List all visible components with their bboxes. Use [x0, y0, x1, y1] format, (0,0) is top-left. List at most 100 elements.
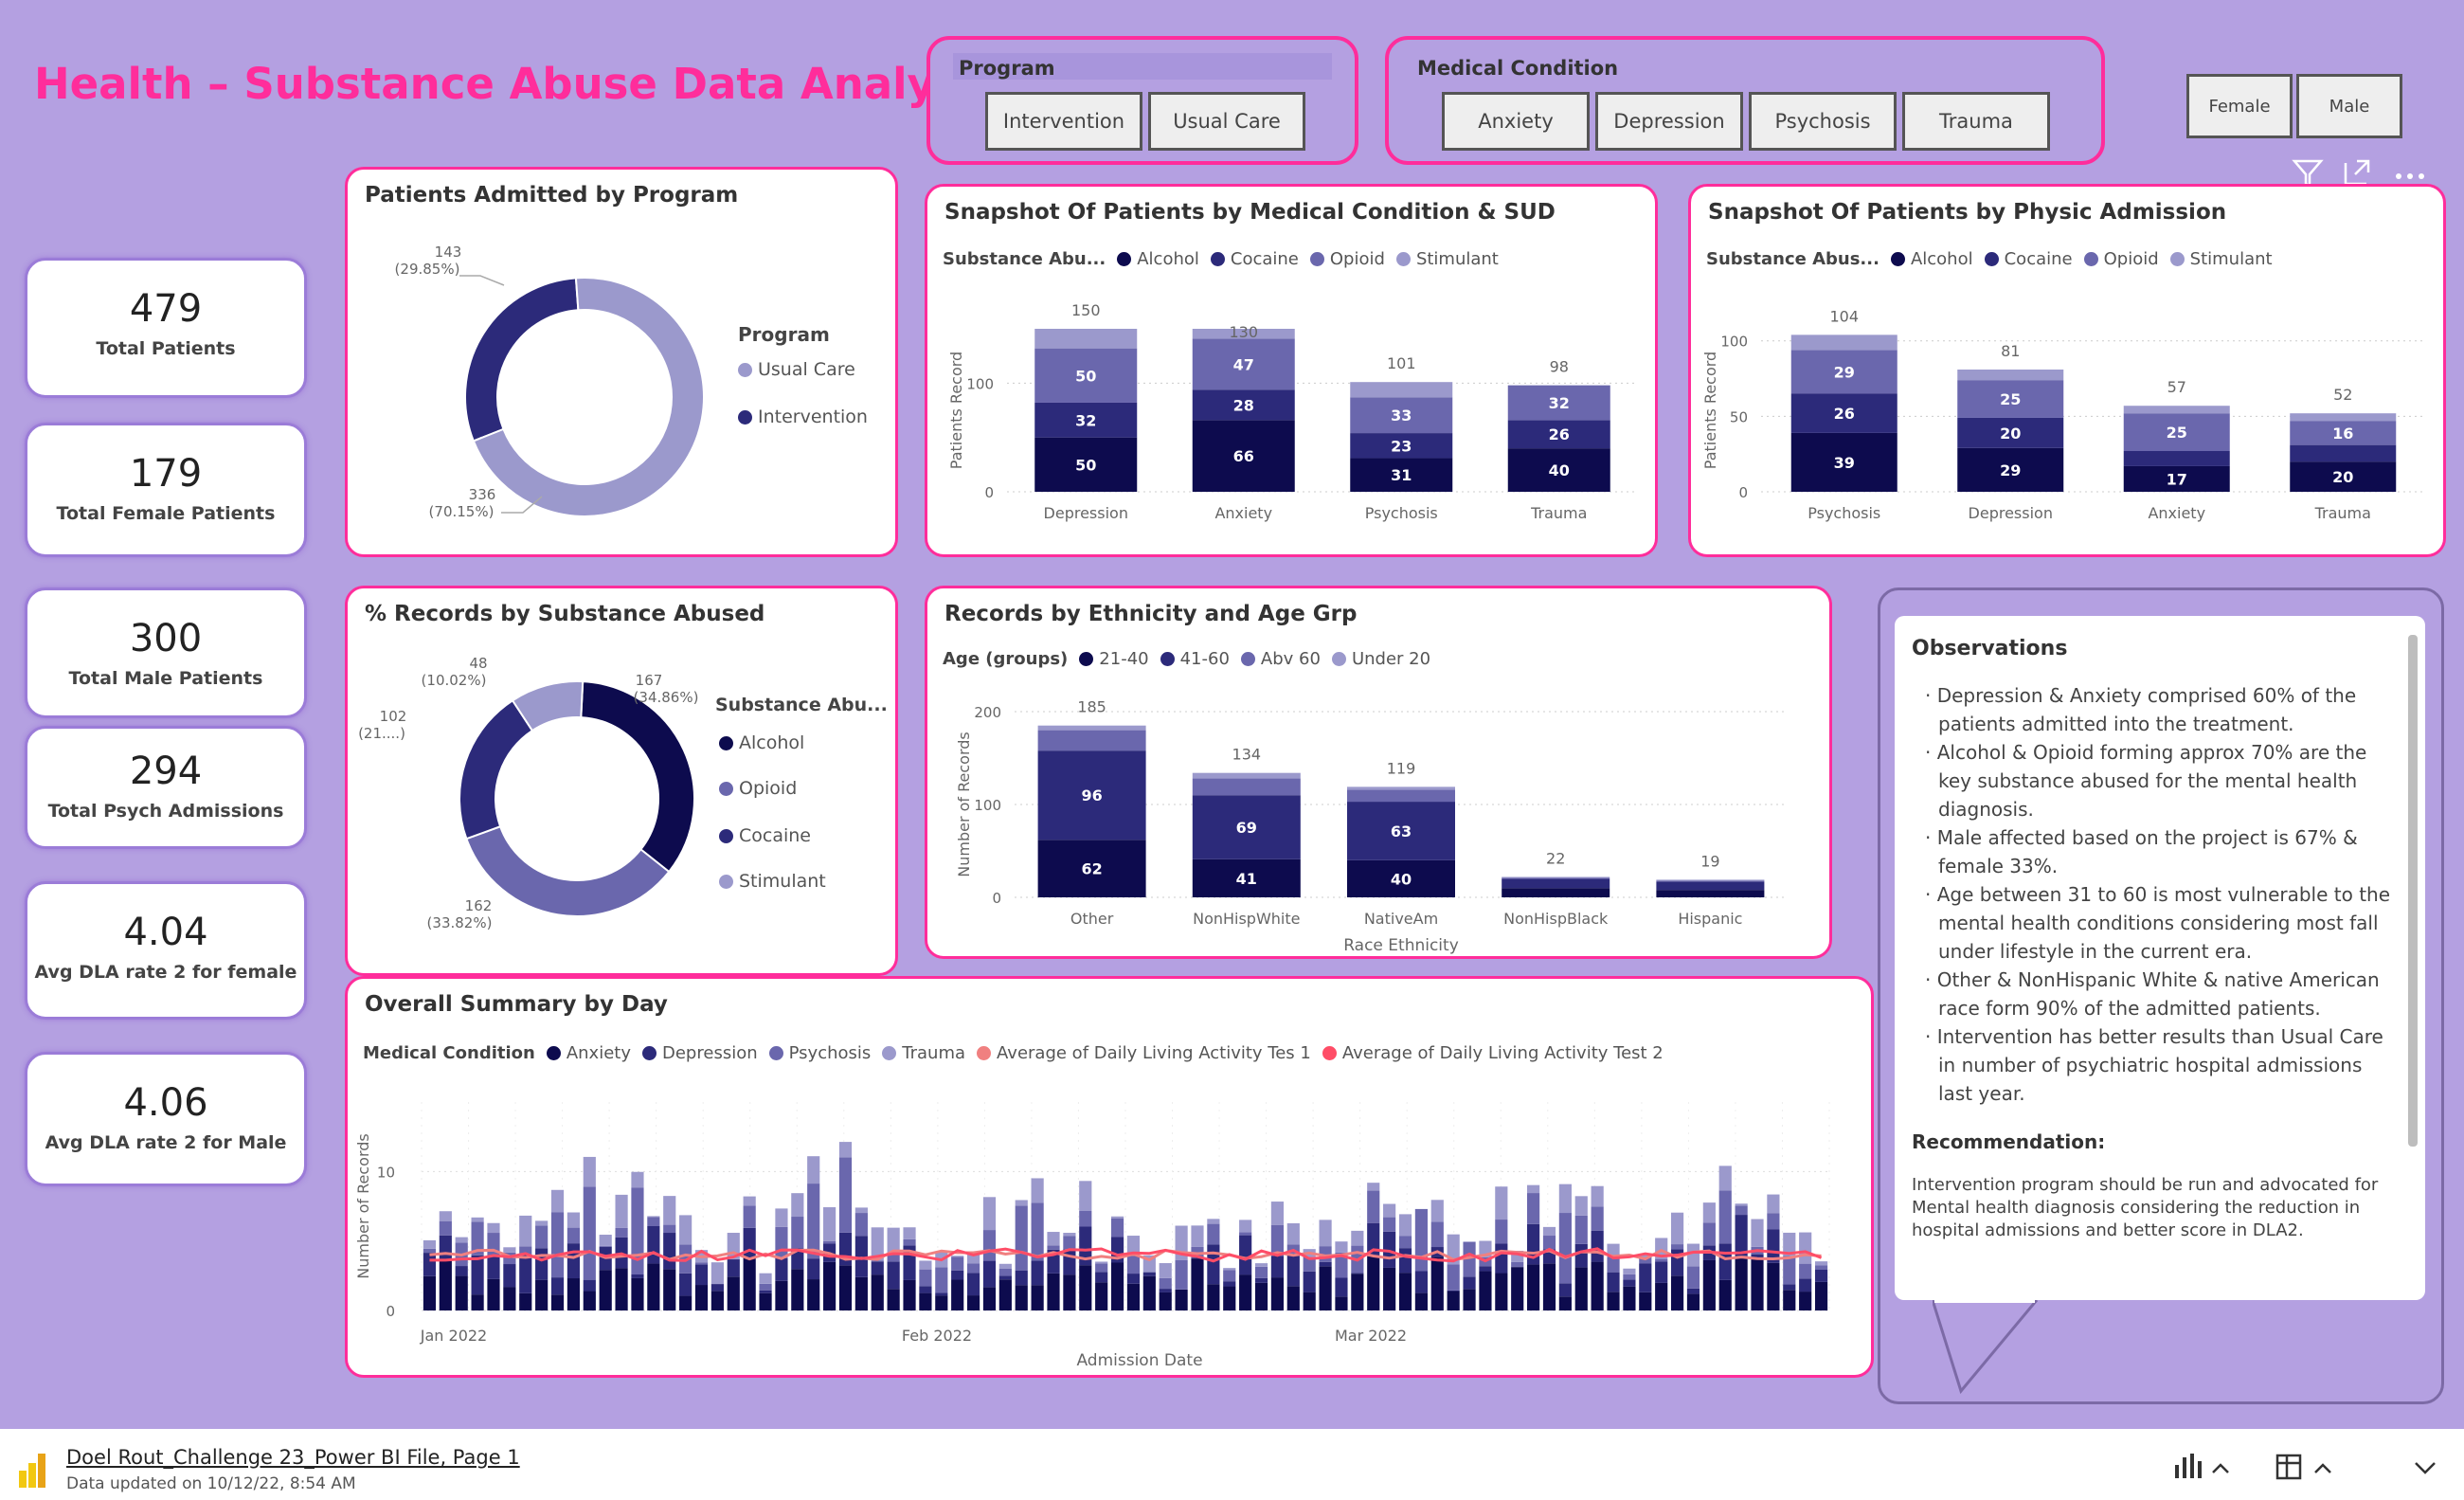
condition-sud-chart-card[interactable]: Snapshot Of Patients by Medical Conditio…	[925, 184, 1658, 557]
donut-slice	[459, 698, 534, 840]
total-label: 52	[2333, 386, 2352, 404]
bar-segment	[1398, 1273, 1412, 1310]
report-file-link[interactable]: Doel Rout_Challenge 23_Power BI File, Pa…	[66, 1446, 520, 1469]
condition-sud-bar-chart: 0 100Patients Record 50 32 50 150 Depression 66…	[947, 301, 1638, 522]
bar-segment	[423, 1239, 437, 1249]
data-label: 40	[1549, 461, 1570, 479]
legend-dot	[738, 409, 752, 425]
category-label: Anxiety	[1214, 504, 1272, 522]
bar-segment	[1047, 1232, 1060, 1246]
observations-panel: Observations · Depression & Anxiety comp…	[1895, 616, 2425, 1300]
chevron-down-icon[interactable]	[2406, 1450, 2444, 1488]
bar-segment	[1191, 1225, 1204, 1247]
bar-segment	[550, 1212, 565, 1278]
total-label: 101	[1387, 354, 1416, 372]
bar-segment	[1574, 1267, 1588, 1310]
bar-segment	[1270, 1277, 1285, 1310]
bar-segment	[519, 1215, 532, 1247]
recommendation-text: Intervention program should be run and a…	[1912, 1175, 2379, 1240]
bar-segment	[1783, 1256, 1796, 1285]
bar-segment	[679, 1273, 692, 1296]
bar-segment	[519, 1255, 532, 1293]
bar-segment	[1558, 1184, 1572, 1214]
data-label: 26	[1834, 405, 1855, 423]
slicer-button-anxiety[interactable]: Anxiety	[1442, 92, 1590, 151]
slicer-button-female[interactable]: Female	[2186, 74, 2293, 138]
legend-item[interactable]: Opioid	[719, 778, 797, 799]
bar-segment	[1142, 1275, 1156, 1310]
bar-segment	[1110, 1216, 1124, 1219]
bar-segment	[1270, 1256, 1285, 1278]
bar-segment	[1015, 1205, 1028, 1271]
bar-segment	[1735, 1215, 1748, 1256]
scrollbar[interactable]	[2408, 635, 2418, 1147]
bar-segment	[1239, 1235, 1252, 1275]
bar-segment	[966, 1295, 980, 1310]
kpi-label: Avg DLA rate 2 for Male	[45, 1132, 287, 1153]
bar-segment	[1574, 1215, 1588, 1244]
legend-item[interactable]: Stimulant	[719, 871, 826, 892]
slicer-button-trauma[interactable]: Trauma	[1902, 92, 2050, 151]
bar-segment	[743, 1205, 756, 1228]
bar-segment	[423, 1248, 437, 1254]
donut-slice	[465, 824, 671, 917]
slicer-button-usual-care[interactable]: Usual Care	[1148, 92, 1305, 151]
bar-segment	[1655, 1258, 1668, 1262]
legend-label: Opioid	[739, 778, 798, 799]
slicer-button-intervention[interactable]: Intervention	[985, 92, 1142, 151]
bar-segment	[727, 1259, 740, 1277]
bar-segment	[439, 1220, 452, 1236]
legend-item[interactable]: Intervention	[738, 407, 868, 427]
bar-segment	[1015, 1200, 1028, 1206]
bar-segment	[1159, 1292, 1172, 1310]
bar-segment	[1095, 1261, 1108, 1264]
bar-segment	[1814, 1281, 1828, 1310]
slicer-button-psychosis[interactable]: Psychosis	[1749, 92, 1897, 151]
bar-segment	[1347, 786, 1455, 790]
bar-segment	[854, 1207, 868, 1214]
data-label: 50	[1075, 456, 1096, 474]
bar-segment	[631, 1277, 644, 1310]
bar-segment	[1351, 1230, 1364, 1246]
bar-segment	[583, 1186, 596, 1280]
substance-donut-card[interactable]: % Records by Substance Abused 48 (10.02%…	[345, 586, 898, 976]
tick-label: 100	[1720, 334, 1748, 351]
slicer-button-male[interactable]: Male	[2296, 74, 2402, 138]
program-donut-card[interactable]: Patients Admitted by Program 143 (29.85%…	[345, 167, 898, 557]
bar-segment	[439, 1211, 452, 1221]
legend-item[interactable]: Alcohol	[719, 732, 804, 753]
kpi-label: Total Patients	[96, 338, 236, 359]
bar-segment	[1142, 1272, 1156, 1276]
legend-item[interactable]: Usual Care	[738, 359, 855, 380]
bar-segment	[1192, 778, 1301, 796]
ethnicity-age-chart-card[interactable]: Records by Ethnicity and Age Grp Age (gr…	[925, 586, 1832, 959]
report-canvas: Health – Substance Abuse Data Analysis P…	[0, 0, 2464, 1429]
bar-segment	[1319, 1266, 1332, 1310]
bar-segment	[694, 1262, 709, 1265]
bar-segment	[1686, 1288, 1700, 1294]
bar-segment	[583, 1279, 596, 1292]
bar-segment	[503, 1264, 516, 1288]
bar-segment	[1670, 1212, 1684, 1245]
bar-segment	[1623, 1279, 1636, 1287]
bar-segment	[1031, 1178, 1044, 1203]
data-label: 26	[1549, 425, 1570, 443]
bar-segment	[919, 1269, 932, 1287]
ethnicity-age-bar-chart: 0 100 200Number of Records Race Ethnicity 62…	[955, 698, 1788, 955]
bar-segment	[919, 1292, 932, 1310]
slicer-button-depression[interactable]: Depression	[1595, 92, 1743, 151]
category-label: Hispanic	[1678, 910, 1742, 928]
table-view-icon[interactable]	[2274, 1450, 2349, 1488]
bar-segment	[487, 1222, 500, 1234]
audio-level-icon[interactable]	[2171, 1450, 2238, 1488]
total-label: 119	[1387, 759, 1416, 777]
bar-segment	[1063, 1236, 1076, 1250]
legend-item[interactable]: Cocaine	[719, 825, 811, 846]
bar-segment	[1447, 1290, 1460, 1292]
physic-admission-chart-card[interactable]: Snapshot Of Patients by Physic Admission…	[1688, 184, 2446, 557]
bar-segment	[1159, 1289, 1172, 1292]
bar-segment	[951, 1270, 964, 1280]
legend-label: Intervention	[758, 407, 868, 427]
bar-segment	[1159, 1277, 1172, 1290]
daily-summary-chart-card[interactable]: Overall Summary by Day Medical Condition…	[345, 976, 1874, 1378]
